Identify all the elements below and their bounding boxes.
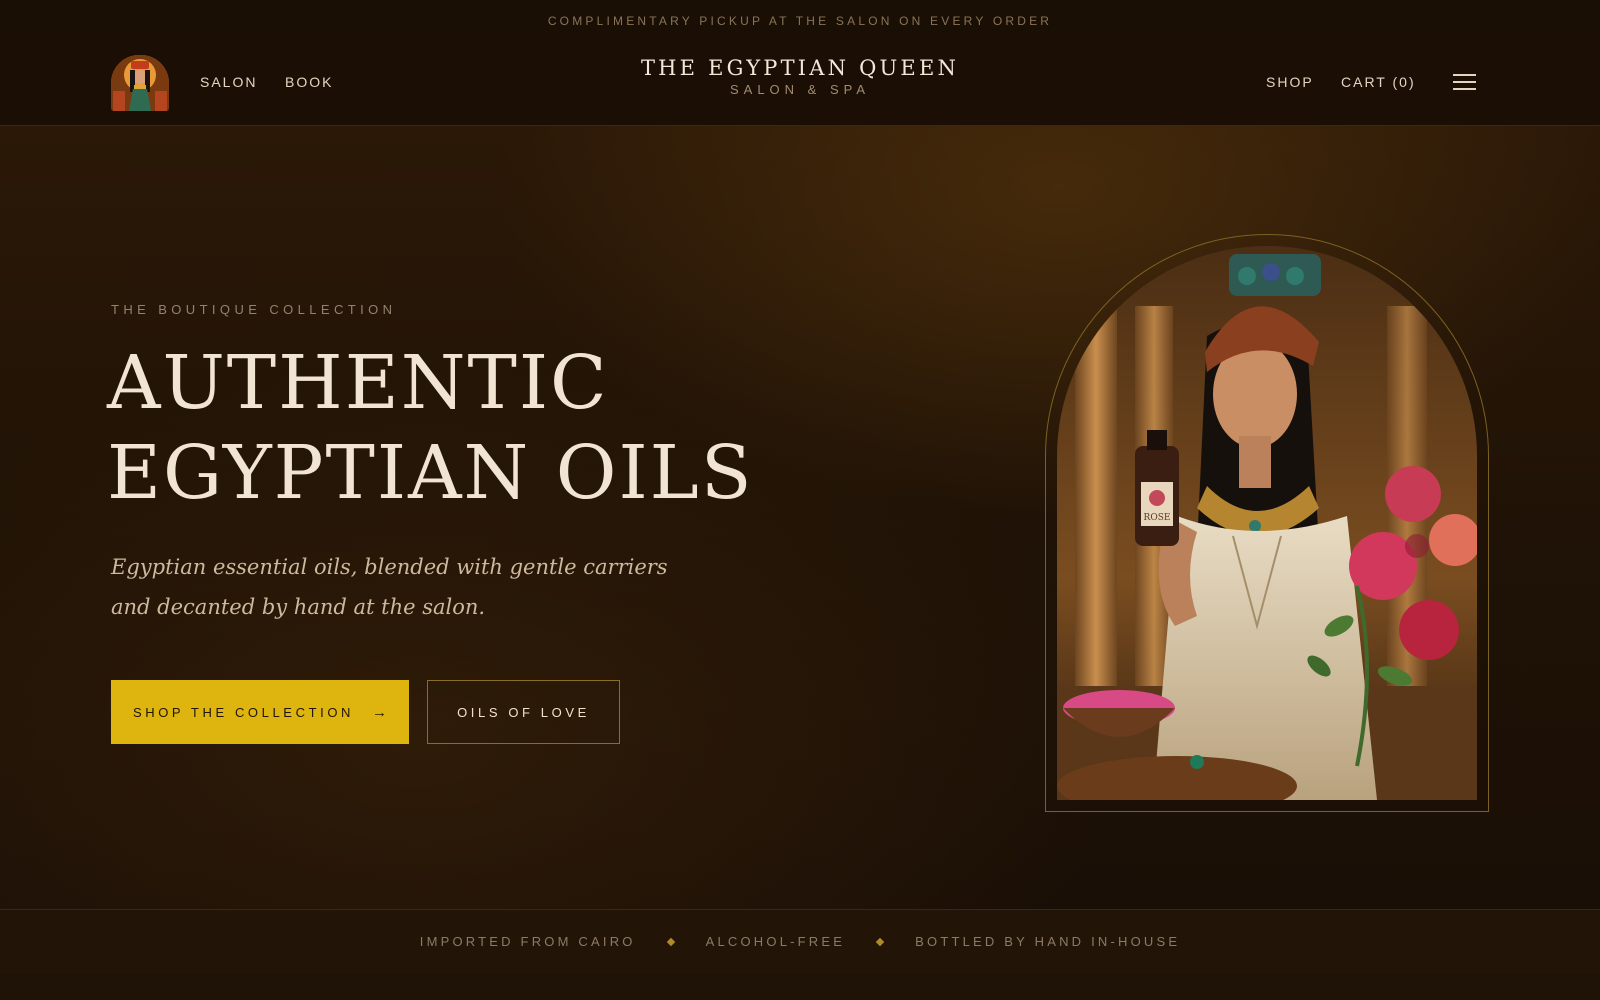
next-section-peek	[0, 973, 1600, 1000]
hero-headline: AUTHENTIC EGYPTIAN OILS	[107, 338, 867, 518]
hero-section: THE BOUTIQUE COLLECTION AUTHENTIC EGYPTI…	[0, 126, 1600, 909]
nav-shop-link[interactable]: SHOP	[1266, 74, 1314, 90]
hamburger-menu-icon[interactable]	[1453, 74, 1476, 90]
bottle-label-text: ROSE	[1144, 513, 1171, 523]
headline-line-1: AUTHENTIC	[107, 340, 609, 426]
shop-collection-button[interactable]: SHOP THE COLLECTION →	[111, 680, 409, 744]
nav-cart-link[interactable]: CART (0)	[1341, 74, 1416, 90]
diamond-divider-icon	[875, 937, 885, 946]
arrow-right-icon: →	[372, 703, 388, 721]
hero-eyebrow: THE BOUTIQUE COLLECTION	[111, 302, 397, 317]
headline-line-2: EGYPTIAN OILS	[107, 430, 754, 516]
feature-strip: IMPORTED FROM CAIRO ALCOHOL-FREE BOTTLED…	[0, 909, 1600, 973]
feature-alcohol-free: ALCOHOL-FREE	[705, 934, 846, 949]
feature-imported: IMPORTED FROM CAIRO	[419, 934, 636, 949]
nav-salon-link[interactable]: SALON	[200, 74, 257, 90]
diamond-divider-icon	[666, 937, 675, 946]
brand-wordmark[interactable]: THE EGYPTIAN QUEEN SALON & SPA	[600, 56, 1000, 97]
egyptian-queen-logo-icon[interactable]	[111, 55, 169, 111]
feature-bottled-by-hand: BOTTLED BY HAND IN-HOUSE	[915, 934, 1181, 949]
brand-subtitle: SALON & SPA	[729, 82, 870, 97]
shop-collection-label: SHOP THE COLLECTION	[132, 704, 355, 720]
announcement-text: COMPLIMENTARY PICKUP AT THE SALON ON EVE…	[547, 13, 1053, 28]
nav-book-link[interactable]: BOOK	[285, 74, 333, 90]
hero-subcopy: Egyptian essential oils, blended with ge…	[111, 555, 668, 619]
oils-of-love-label: OILS OF LOVE	[457, 704, 590, 720]
oils-of-love-button[interactable]: OILS OF LOVE	[427, 680, 620, 744]
announcement-bar: COMPLIMENTARY PICKUP AT THE SALON ON EVE…	[0, 0, 1600, 41]
brand-name: THE EGYPTIAN QUEEN	[640, 56, 960, 80]
hero-queen-image: ROSE	[1057, 246, 1477, 800]
site-header: SALON BOOK THE EGYPTIAN QUEEN SALON & SP…	[0, 41, 1600, 126]
